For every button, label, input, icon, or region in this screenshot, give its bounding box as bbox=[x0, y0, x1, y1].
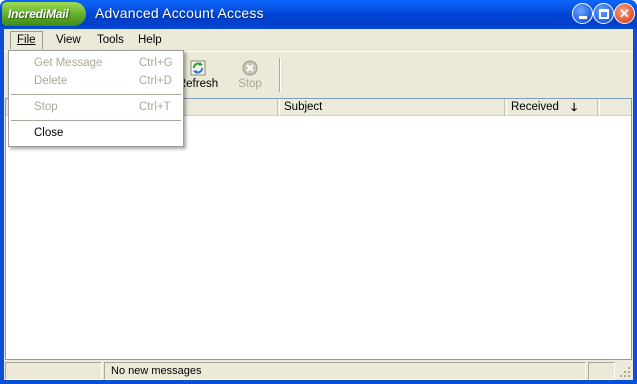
sort-descending-icon: 🡓 bbox=[571, 102, 577, 114]
menu-view-label: View bbox=[56, 34, 81, 46]
menu-file[interactable]: File bbox=[10, 31, 43, 49]
title-bar[interactable]: IncrediMail Advanced Account Access ✕ bbox=[0, 0, 637, 29]
menu-delete[interactable]: Delete Ctrl+D bbox=[9, 72, 183, 90]
toolbar-separator bbox=[279, 58, 281, 92]
menu-get-message[interactable]: Get Message Ctrl+G bbox=[9, 54, 183, 72]
delete-label: Delete bbox=[34, 75, 68, 87]
menu-view[interactable]: View bbox=[50, 31, 87, 49]
received-header-label: Received bbox=[511, 101, 559, 113]
window-title: Advanced Account Access bbox=[95, 5, 264, 21]
minimize-button[interactable] bbox=[572, 3, 593, 24]
menu-tools[interactable]: Tools bbox=[91, 31, 130, 49]
status-message: No new messages bbox=[111, 365, 202, 377]
column-header-received[interactable]: Received 🡓 bbox=[506, 99, 598, 116]
get-message-shortcut: Ctrl+G bbox=[139, 57, 173, 69]
minimize-icon bbox=[579, 16, 587, 19]
stop-menu-shortcut: Ctrl+T bbox=[139, 101, 171, 113]
close-icon: ✕ bbox=[619, 6, 630, 21]
stop-label: Stop bbox=[238, 78, 262, 90]
menu-help[interactable]: Help bbox=[132, 31, 168, 49]
status-pane-right bbox=[588, 362, 615, 380]
subject-header-label: Subject bbox=[284, 101, 323, 113]
status-bar: No new messages bbox=[4, 360, 633, 380]
incredimail-logo: IncrediMail bbox=[2, 2, 86, 26]
close-menu-label: Close bbox=[34, 127, 64, 139]
menu-bar: File View Tools Help bbox=[4, 29, 633, 50]
menu-separator bbox=[11, 94, 181, 95]
stop-menu-label: Stop bbox=[34, 101, 58, 113]
stop-button[interactable]: Stop bbox=[224, 56, 276, 94]
resize-grip-icon[interactable] bbox=[619, 366, 631, 378]
stop-icon bbox=[242, 60, 258, 76]
status-pane-message: No new messages bbox=[104, 362, 586, 380]
status-pane-left bbox=[5, 362, 102, 380]
menu-tools-label: Tools bbox=[97, 34, 124, 46]
menu-close[interactable]: Close bbox=[9, 124, 183, 142]
menu-file-label: File bbox=[17, 34, 36, 46]
file-menu-dropdown: Get Message Ctrl+G Delete Ctrl+D Stop Ct… bbox=[8, 50, 184, 147]
get-message-label: Get Message bbox=[34, 57, 103, 69]
column-header-subject[interactable]: Subject bbox=[279, 99, 505, 116]
app-window: IncrediMail Advanced Account Access ✕ Fi… bbox=[0, 0, 637, 384]
menu-help-label: Help bbox=[138, 34, 162, 46]
maximize-button[interactable] bbox=[593, 3, 614, 24]
close-window-button[interactable]: ✕ bbox=[614, 3, 635, 24]
menu-stop[interactable]: Stop Ctrl+T bbox=[9, 98, 183, 116]
refresh-icon bbox=[190, 60, 206, 76]
delete-shortcut: Ctrl+D bbox=[139, 75, 172, 87]
menu-separator bbox=[11, 120, 181, 121]
column-header-extra[interactable] bbox=[599, 99, 631, 116]
maximize-icon bbox=[599, 9, 609, 19]
